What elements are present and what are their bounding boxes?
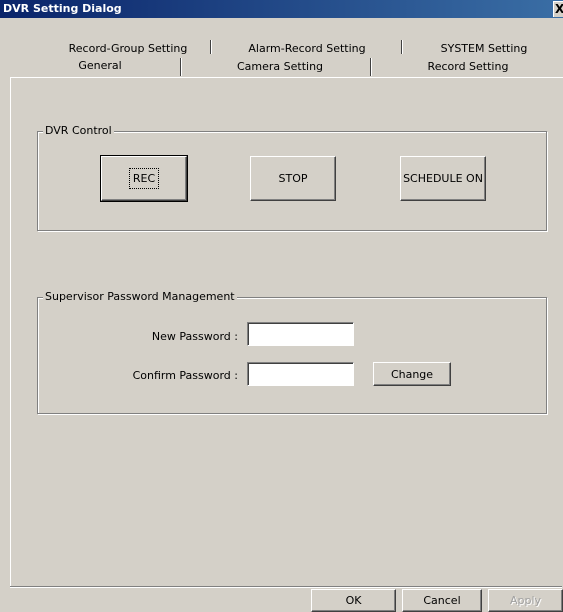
tab-alarm-record-setting[interactable]: Alarm-Record Setting: [222, 41, 392, 57]
schedule-on-button-label: SCHEDULE ON: [403, 172, 483, 185]
apply-button-label: Apply: [509, 594, 542, 607]
window-title: DVR Setting Dialog: [3, 2, 122, 15]
tab-separator: [370, 58, 372, 76]
cancel-button[interactable]: Cancel: [402, 589, 482, 612]
tab-system-setting[interactable]: SYSTEM Setting: [414, 41, 554, 57]
password-legend: Supervisor Password Management: [43, 290, 237, 303]
rec-button[interactable]: REC: [100, 155, 188, 202]
close-icon[interactable]: X: [553, 1, 563, 17]
change-button-label: Change: [390, 367, 434, 381]
change-password-button[interactable]: Change: [373, 362, 451, 386]
tab-record-setting[interactable]: Record Setting: [378, 59, 558, 75]
schedule-on-button[interactable]: SCHEDULE ON: [400, 156, 486, 201]
new-password-label: New Password :: [151, 330, 238, 343]
rec-button-label: REC: [128, 168, 160, 189]
tab-separator: [210, 40, 212, 54]
password-group: Supervisor Password Management: [37, 290, 547, 414]
apply-button[interactable]: Apply: [488, 589, 563, 612]
tab-separator: [180, 58, 182, 76]
tab-general[interactable]: General: [30, 58, 170, 76]
confirm-password-label: Confirm Password :: [132, 369, 238, 382]
title-bar: DVR Setting Dialog X: [0, 0, 563, 18]
ok-button-label: OK: [345, 594, 362, 607]
tab-camera-setting[interactable]: Camera Setting: [190, 59, 370, 75]
tab-record-group-setting[interactable]: Record-Group Setting: [58, 41, 198, 57]
new-password-field[interactable]: [247, 322, 354, 346]
footer-divider: [10, 586, 562, 588]
stop-button-label: STOP: [278, 172, 308, 185]
confirm-password-field[interactable]: [247, 362, 354, 386]
ok-button[interactable]: OK: [311, 589, 396, 612]
dvr-control-legend: DVR Control: [43, 124, 114, 137]
cancel-button-label: Cancel: [423, 594, 461, 607]
stop-button[interactable]: STOP: [250, 156, 336, 201]
tab-separator: [401, 40, 403, 54]
